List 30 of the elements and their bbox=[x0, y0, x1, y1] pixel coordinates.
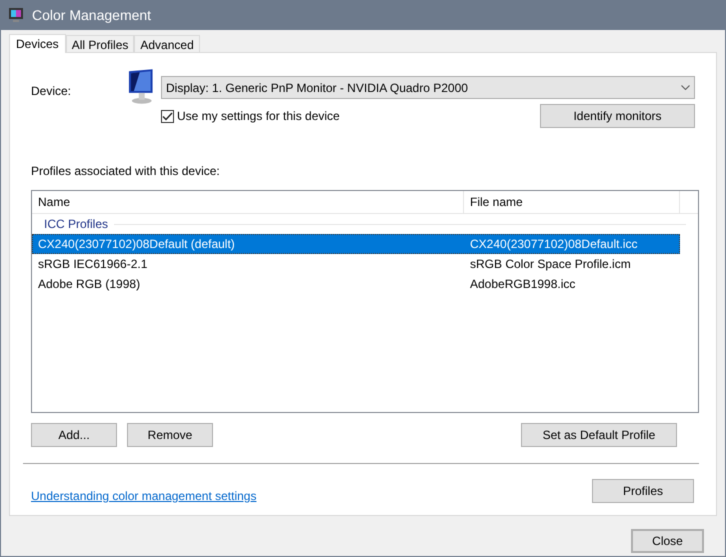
profile-row[interactable]: sRGB IEC61966-2.1 sRGB Color Space Profile.icm bbox=[32, 254, 680, 274]
name-cell-text: sRGB IEC61966-2.1 bbox=[37, 256, 148, 273]
checkbox-label: Use my settings for this device bbox=[177, 108, 340, 125]
identify-monitors-button[interactable]: Identify monitors bbox=[540, 104, 695, 128]
help-link[interactable]: Understanding color management settings bbox=[31, 487, 256, 505]
set-default-button[interactable]: Set as Default Profile bbox=[521, 423, 677, 447]
profile-row[interactable]: CX240(23077102)08Default (default) CX240(23077102)08Default.icc bbox=[32, 234, 680, 254]
device-dropdown[interactable]: Display: 1. Generic PnP Monitor - NVIDIA Quadro P2000 bbox=[161, 76, 695, 99]
tab[interactable]: All Profiles bbox=[66, 35, 134, 52]
chevron-down-icon bbox=[681, 85, 690, 90]
close-button[interactable]: Close bbox=[631, 529, 704, 553]
name-cell-text: Adobe RGB (1998) bbox=[37, 276, 142, 293]
profile-row[interactable]: Adobe RGB (1998) AdobeRGB1998.icc bbox=[32, 274, 680, 294]
checkbox[interactable] bbox=[161, 110, 174, 122]
column-header[interactable]: Name bbox=[32, 191, 464, 213]
profiles-label: Profiles associated with this device: bbox=[31, 163, 221, 180]
group-header: ICC Profiles bbox=[44, 216, 108, 233]
window-title: Color Management bbox=[32, 6, 152, 25]
column-header[interactable]: File name bbox=[464, 191, 680, 213]
file-cell-text: sRGB Color Space Profile.icm bbox=[469, 256, 632, 273]
tab[interactable]: Advanced bbox=[134, 35, 200, 52]
profiles-button[interactable]: Profiles bbox=[592, 479, 694, 503]
device-label: Device: bbox=[31, 83, 72, 100]
file-cell-text: CX240(23077102)08Default.icc bbox=[469, 236, 638, 253]
add-button[interactable]: Add... bbox=[31, 423, 117, 447]
tab[interactable]: Devices bbox=[9, 34, 66, 53]
name-cell-text: CX240(23077102)08Default (default) bbox=[37, 236, 236, 253]
remove-button[interactable]: Remove bbox=[127, 423, 213, 447]
monitor-icon bbox=[8, 7, 24, 23]
file-cell-text: AdobeRGB1998.icc bbox=[469, 276, 576, 293]
